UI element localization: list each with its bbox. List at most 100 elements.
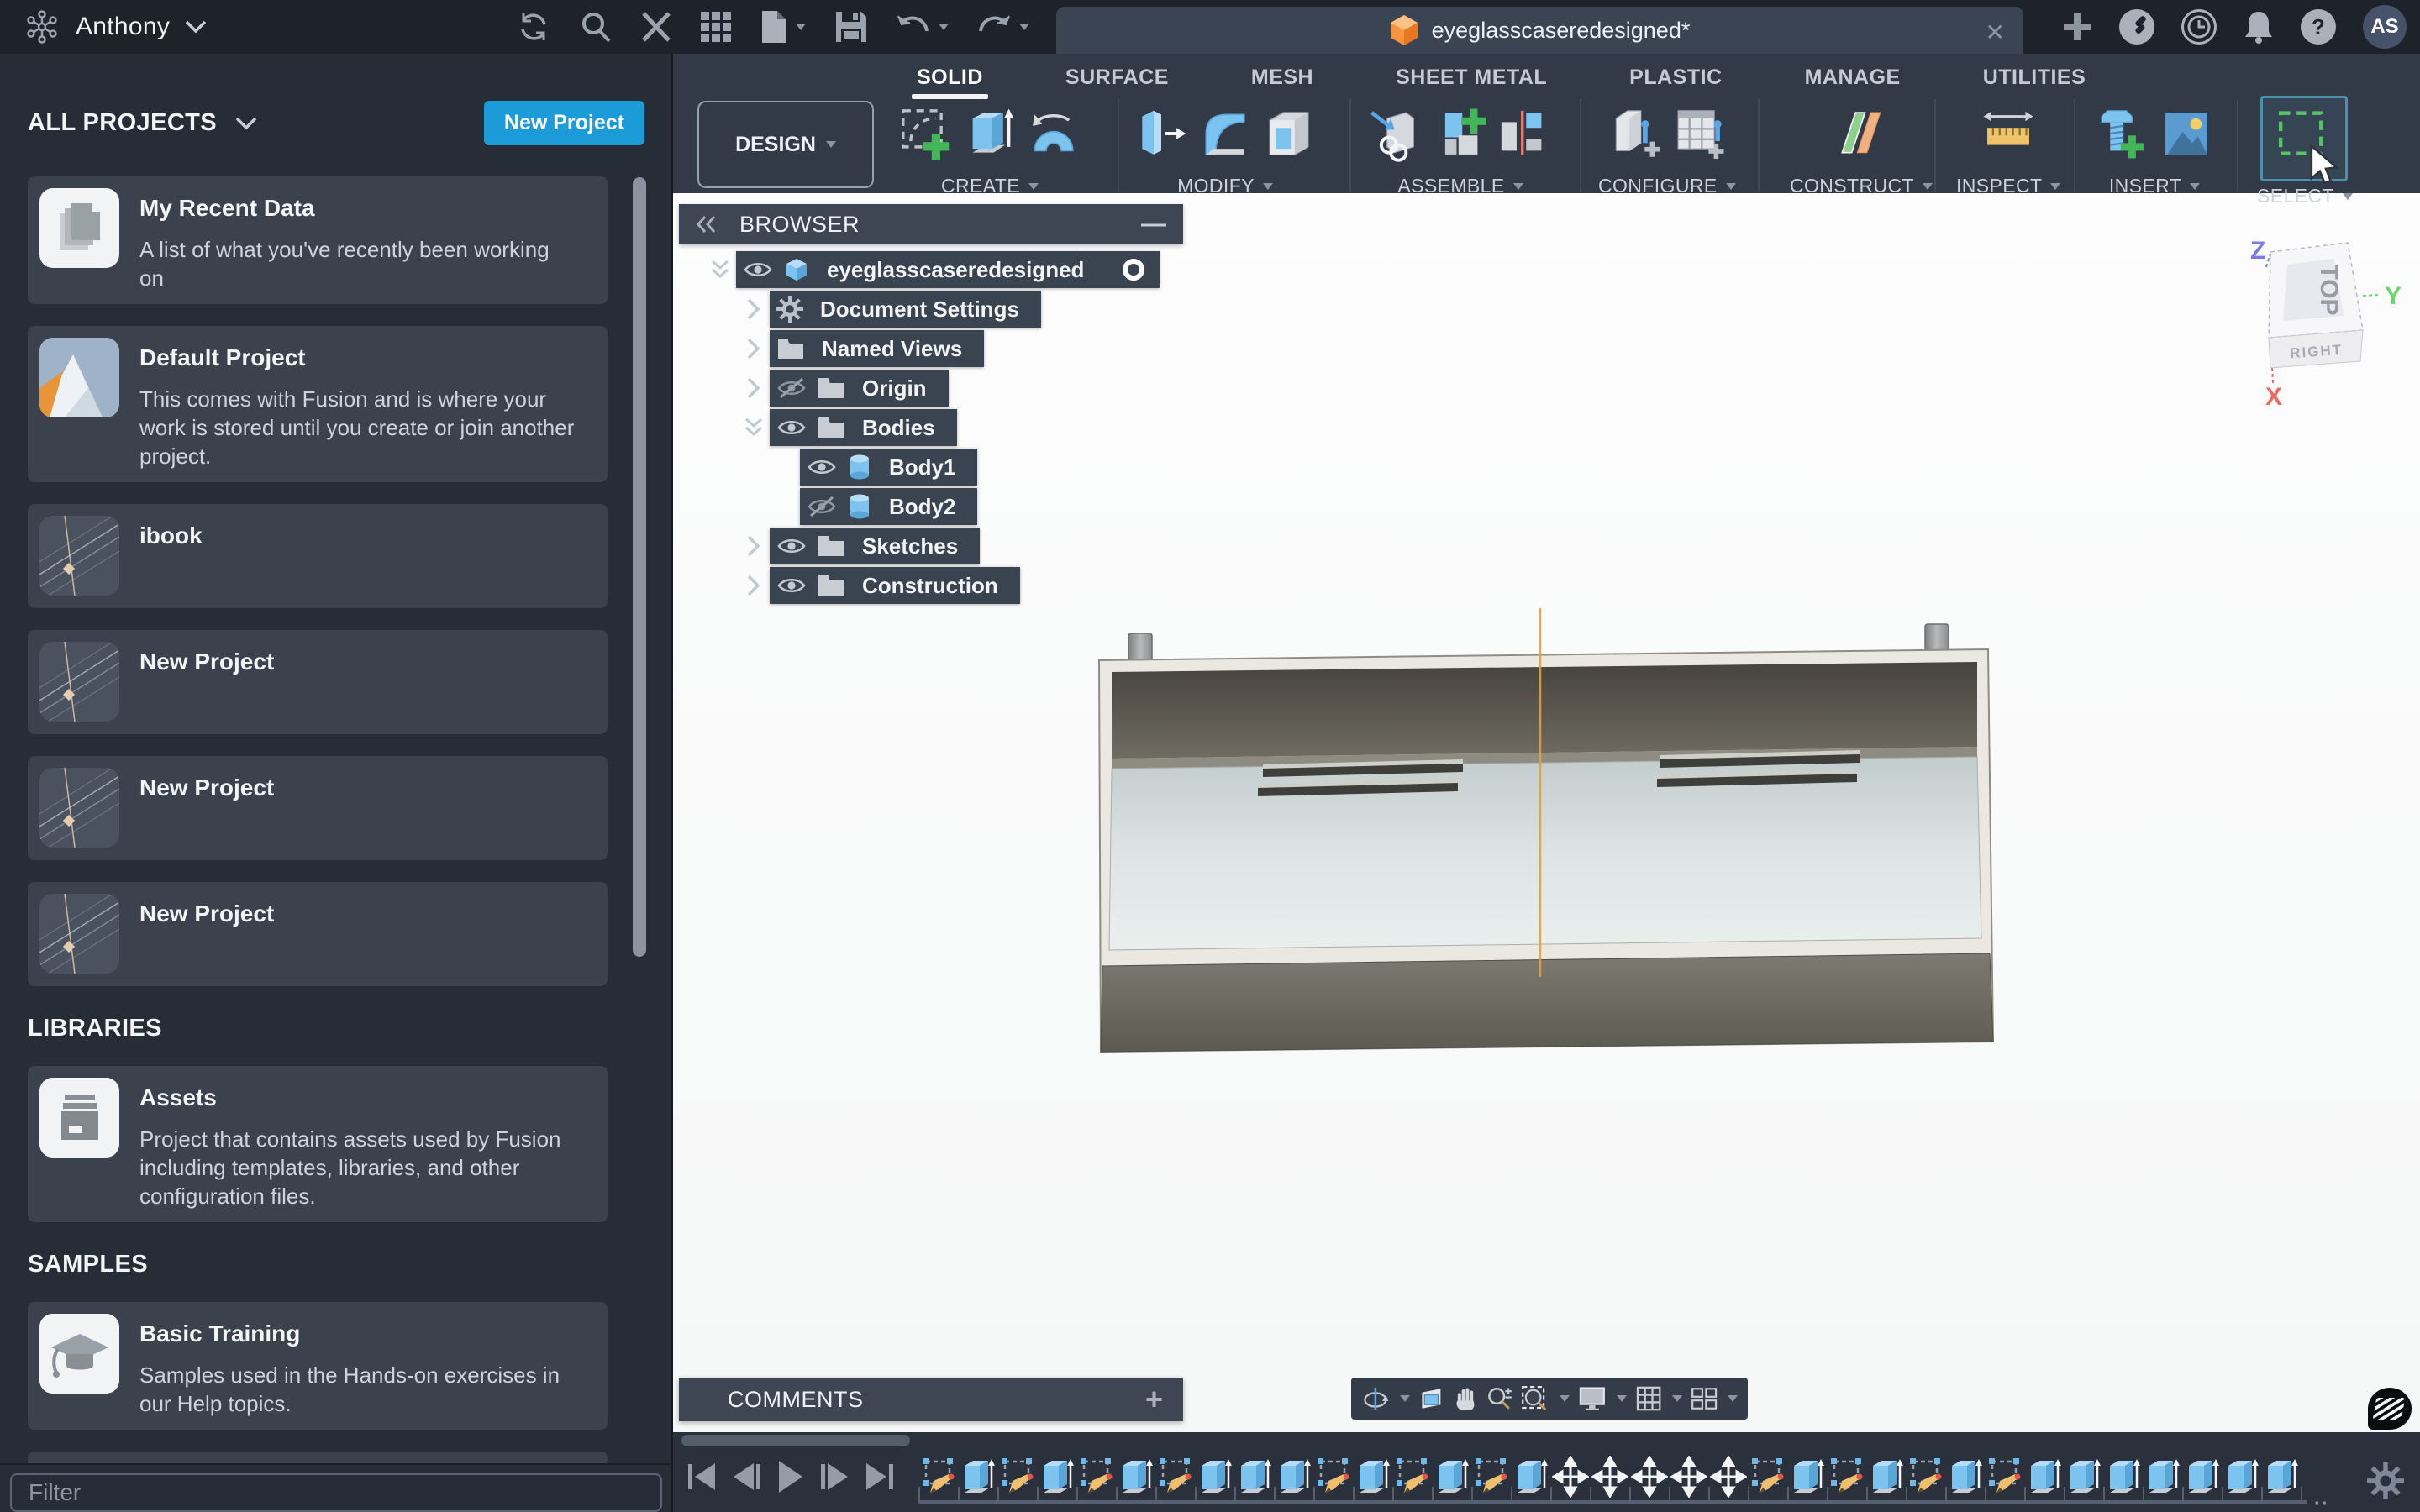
new-file-icon[interactable] [760, 9, 806, 45]
insert-derive-icon[interactable] [1368, 103, 1425, 164]
chevron-expanded-icon[interactable] [738, 417, 770, 438]
extrude-feature-icon[interactable] [960, 1456, 997, 1498]
chevron-down-icon[interactable] [185, 20, 207, 34]
step-back-button[interactable] [734, 1463, 760, 1490]
timeline-feature[interactable] [1076, 1456, 1116, 1499]
sketch-feature-icon[interactable] [1986, 1456, 2023, 1498]
browser-row[interactable]: Body1 [800, 449, 1183, 486]
configure-caret[interactable] [1726, 183, 1736, 190]
sketch-feature-icon[interactable] [1749, 1456, 1786, 1498]
project-card[interactable]: Default Project This comes with Fusion a… [28, 326, 608, 482]
job-status-icon[interactable] [2181, 9, 2217, 45]
modify-label[interactable]: MODIFY [1177, 175, 1255, 197]
assistant-badge[interactable] [2368, 1388, 2412, 1430]
timeline-feature[interactable] [2064, 1456, 2103, 1499]
filter-input[interactable] [10, 1473, 662, 1512]
collapse-panel-icon[interactable] [696, 215, 718, 234]
browser-row[interactable]: Named Views [738, 330, 1183, 367]
extrude-feature-icon[interactable] [1355, 1456, 1392, 1498]
timeline-feature[interactable] [2222, 1456, 2261, 1499]
visibility-eye-icon[interactable] [807, 456, 837, 478]
projects-chevron-down-icon[interactable] [235, 117, 257, 130]
eyeglass-case-model[interactable] [1076, 588, 2017, 1067]
revolve-icon[interactable] [1025, 103, 1082, 164]
construct-plane-icon[interactable] [1833, 103, 1890, 164]
new-component-icon[interactable] [1432, 103, 1489, 164]
help-icon[interactable]: ? [2301, 9, 2336, 45]
project-card[interactable]: New Project [28, 882, 608, 986]
document-tab[interactable]: eyeglasscaseredesigned* ✕ [1056, 7, 2023, 54]
timeline-feature[interactable] [1669, 1456, 1708, 1499]
timeline-feature[interactable] [2024, 1456, 2064, 1499]
browser-row-label[interactable]: Document Settings [820, 297, 1019, 323]
chevron-collapsed-icon[interactable] [738, 298, 770, 320]
sketch-feature-icon[interactable] [1828, 1456, 1865, 1498]
grid-display-icon[interactable] [1635, 1381, 1662, 1416]
viewports-icon[interactable] [1691, 1382, 1718, 1415]
browser-row-label[interactable]: Construction [862, 573, 998, 599]
configuration-table-icon[interactable] [1670, 103, 1728, 164]
timeline-feature[interactable] [1945, 1456, 1985, 1499]
timeline-feature[interactable] [1866, 1456, 1906, 1499]
display-settings-icon[interactable] [1578, 1381, 1607, 1416]
move-feature-icon[interactable] [1710, 1456, 1747, 1498]
move-feature-icon[interactable] [1552, 1456, 1589, 1498]
timeline-feature[interactable] [1116, 1456, 1155, 1499]
sketch-feature-icon[interactable] [1315, 1456, 1352, 1498]
joint-icon[interactable] [1496, 103, 1553, 164]
go-to-start-button[interactable] [688, 1463, 715, 1490]
new-project-button[interactable]: New Project [484, 101, 644, 145]
timeline-feature[interactable] [1037, 1456, 1076, 1499]
project-card[interactable]: New Project [28, 756, 608, 860]
extrude-feature-icon[interactable] [1236, 1456, 1273, 1498]
save-icon[interactable] [834, 10, 868, 44]
timeline-feature[interactable] [1432, 1456, 1471, 1499]
assemble-label[interactable]: ASSEMBLE [1397, 175, 1504, 197]
chevron-collapsed-icon[interactable] [738, 535, 770, 557]
extrude-feature-icon[interactable] [1947, 1456, 1984, 1498]
timeline-feature[interactable] [1195, 1456, 1234, 1499]
extrude-feature-icon[interactable] [2223, 1456, 2260, 1498]
browser-row[interactable]: Document Settings [738, 291, 1183, 328]
look-at-icon[interactable] [1418, 1382, 1444, 1415]
close-icon[interactable] [641, 11, 671, 43]
extrude-feature-icon[interactable] [1118, 1456, 1155, 1498]
timeline-settings-gear-icon[interactable] [2367, 1462, 2404, 1499]
timeline-feature[interactable] [1590, 1456, 1629, 1499]
measure-icon[interactable] [1980, 103, 2037, 164]
timeline-feature[interactable] [2261, 1456, 2301, 1499]
tab-utilities[interactable]: UTILITIES [1978, 62, 2091, 93]
press-pull-icon[interactable] [1133, 103, 1190, 164]
construct-caret[interactable] [1923, 183, 1933, 190]
orbit-caret[interactable] [1400, 1395, 1410, 1402]
minimize-panel-icon[interactable]: — [1141, 210, 1166, 239]
sample-card[interactable]: CAM Samples [28, 1452, 608, 1463]
sketch-feature-icon[interactable] [1907, 1456, 1944, 1498]
viewcube-top-face[interactable]: TOP [2315, 264, 2343, 315]
sample-card[interactable]: Basic Training Samples used in the Hands… [28, 1302, 608, 1430]
inspect-caret[interactable] [2050, 183, 2060, 190]
add-comment-icon[interactable]: + [1145, 1382, 1163, 1417]
timeline-feature[interactable] [2143, 1456, 2182, 1499]
select-label[interactable]: SELECT [2257, 185, 2334, 207]
visibility-eye-icon[interactable] [776, 535, 807, 557]
timeline-feature[interactable] [1550, 1456, 1590, 1499]
undo-icon[interactable] [897, 13, 949, 41]
extrude-feature-icon[interactable] [2144, 1456, 2181, 1498]
timeline-feature[interactable] [2182, 1456, 2222, 1499]
extrude-feature-icon[interactable] [2263, 1456, 2300, 1498]
timeline-feature[interactable] [1274, 1456, 1313, 1499]
select-caret[interactable] [2343, 193, 2353, 200]
extrude-feature-icon[interactable] [1276, 1456, 1313, 1498]
insert-fastener-icon[interactable] [2094, 103, 2151, 164]
project-card[interactable]: ibook [28, 504, 608, 608]
extrude-feature-icon[interactable] [1039, 1456, 1076, 1498]
browser-row-label[interactable]: eyeglasscaseredesigned [827, 257, 1084, 283]
timeline-hscrollbar[interactable] [681, 1435, 910, 1446]
shell-icon[interactable] [1260, 103, 1318, 164]
timeline-feature[interactable] [997, 1456, 1037, 1499]
viewports-caret[interactable] [1728, 1395, 1738, 1402]
browser-row-label[interactable]: Body2 [889, 494, 955, 520]
sketch-feature-icon[interactable] [920, 1456, 957, 1498]
sketch-feature-icon[interactable] [999, 1456, 1036, 1498]
